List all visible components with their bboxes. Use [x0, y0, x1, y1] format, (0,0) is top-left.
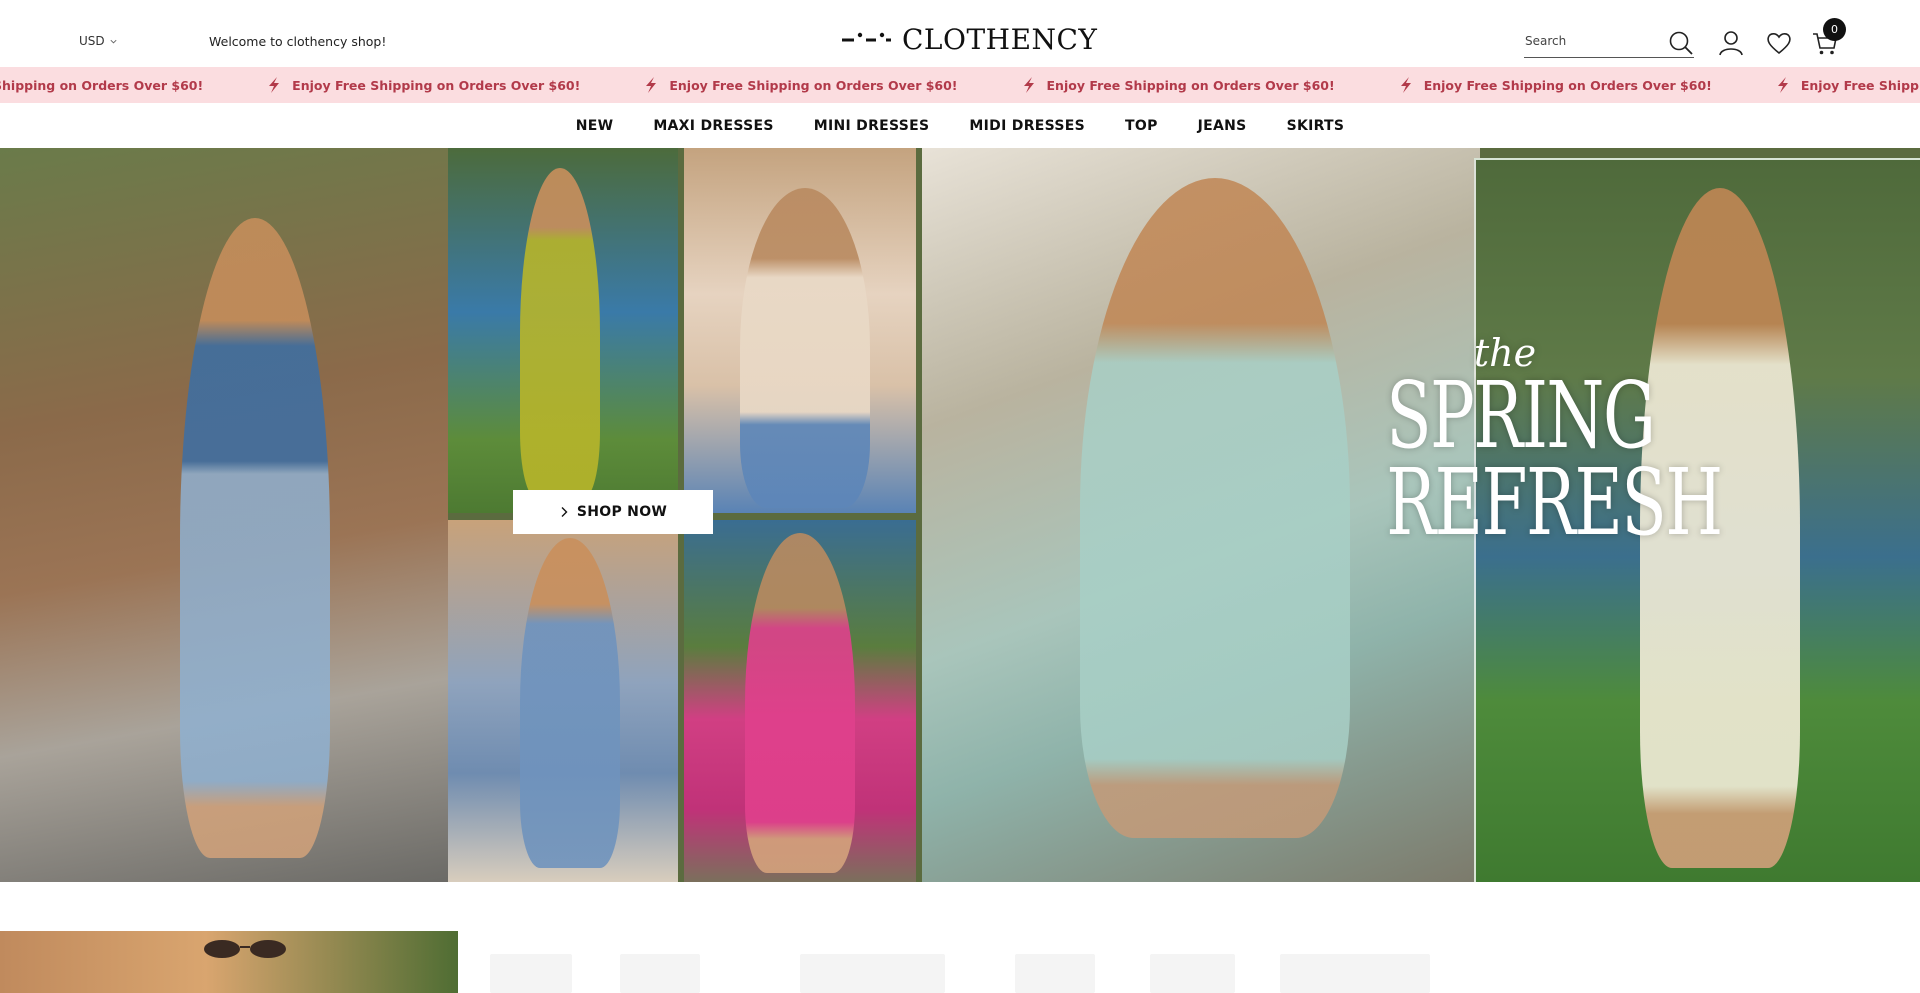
announcement-text: Enjoy Free Shipping on Orders Over $60!: [1046, 77, 1335, 93]
search-input[interactable]: [1524, 28, 1654, 54]
model-figure: [520, 538, 620, 868]
announcement-text: Enjoy Free Shipping on Orders Over $60!: [1423, 77, 1712, 93]
welcome-message: Welcome to clothency shop!: [209, 34, 387, 49]
model-figure: [180, 218, 330, 858]
logo-mark-icon: [842, 32, 891, 42]
search-box: [1524, 28, 1694, 58]
nav-item-maxi-dresses[interactable]: MAXI DRESSES: [633, 118, 793, 134]
nav-item-jeans[interactable]: JEANS: [1178, 118, 1267, 134]
nav-item-mini-dresses[interactable]: MINI DRESSES: [794, 118, 950, 134]
chevron-down-icon: [110, 39, 117, 43]
announcement-text: Enjoy Free Shipping on Orders Over $60!: [1800, 77, 1920, 93]
featured-section: [0, 882, 1920, 993]
hero-banner[interactable]: the SPRING REFRESH SHOP NOW: [0, 148, 1920, 882]
model-figure: [745, 533, 855, 873]
bolt-icon: [1023, 77, 1034, 93]
announcement-item: Enjoy Free Shipping on Orders Over $60!: [266, 76, 580, 94]
hero-title-line1: SPRING: [1386, 362, 1656, 469]
announcement-bar: Enjoy Free Shipping on Orders Over $60! …: [0, 67, 1920, 103]
chevron-right-icon: [561, 507, 568, 517]
currency-label: USD: [79, 34, 105, 48]
nav-item-midi-dresses[interactable]: MIDI DRESSES: [949, 118, 1105, 134]
hero-title: the SPRING REFRESH: [1340, 334, 1723, 557]
brand-logo[interactable]: CLOTHENCY: [840, 22, 1097, 56]
shop-now-label: SHOP NOW: [576, 504, 668, 520]
placeholder-tile: [1280, 954, 1430, 993]
bolt-icon: [1777, 77, 1788, 93]
placeholder-tile: [620, 954, 700, 993]
announcement-track: Enjoy Free Shipping on Orders Over $60! …: [0, 67, 1920, 103]
bolt-icon: [269, 77, 280, 93]
nav-item-new[interactable]: NEW: [556, 118, 634, 134]
shop-now-button[interactable]: SHOP NOW: [513, 490, 713, 534]
announcement-item: Enjoy Free Shipping on Orders Over $60!: [1398, 76, 1712, 94]
placeholder-tile: [1150, 954, 1235, 993]
announcement-item: Enjoy Free Shipping on Orders Over $60!: [1021, 76, 1335, 94]
top-header: USD Welcome to clothency shop! CLOTHENCY…: [0, 0, 1920, 67]
promo-image[interactable]: [0, 931, 458, 993]
announcement-text: Enjoy Free Shipping on Orders Over $60!: [669, 77, 958, 93]
heart-icon[interactable]: [1765, 29, 1793, 57]
nav-item-skirts[interactable]: SKIRTS: [1267, 118, 1365, 134]
announcement-item: Enjoy Free Shipping on Orders Over $60!: [643, 76, 958, 94]
search-icon[interactable]: [1668, 30, 1694, 56]
sunglasses-shape: [204, 940, 286, 958]
bolt-icon: [646, 77, 657, 93]
hero-title-line2: REFRESH: [1386, 449, 1723, 557]
model-figure: [520, 168, 600, 498]
announcement-item: Enjoy Free Shipping on Orders Over $60!: [1775, 76, 1920, 94]
announcement-item: Enjoy Free Shipping on Orders Over $60!: [0, 78, 203, 93]
user-icon[interactable]: [1717, 29, 1745, 57]
brand-name: CLOTHENCY: [902, 22, 1098, 56]
bolt-icon: [1400, 77, 1411, 93]
announcement-text: Enjoy Free Shipping on Orders Over $60!: [0, 77, 204, 93]
main-nav: NEW MAXI DRESSES MINI DRESSES MIDI DRESS…: [0, 103, 1920, 148]
model-figure: [1080, 178, 1350, 838]
placeholder-tile: [1015, 954, 1095, 993]
announcement-text: Enjoy Free Shipping on Orders Over $60!: [292, 77, 581, 93]
placeholder-tile: [800, 954, 945, 993]
nav-item-top[interactable]: TOP: [1105, 118, 1178, 134]
model-figure: [740, 188, 870, 508]
currency-selector[interactable]: USD: [79, 34, 118, 48]
placeholder-tile: [490, 954, 572, 993]
cart-count-badge: 0: [1823, 18, 1846, 41]
